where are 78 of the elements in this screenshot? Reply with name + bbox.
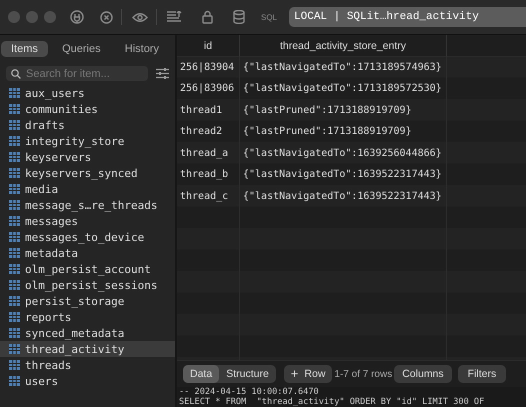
table-icon: [9, 136, 20, 146]
database-icon[interactable]: [233, 10, 245, 24]
table-cell: {"lastPruned":1713188919709}: [240, 100, 447, 121]
connection-field[interactable]: LOCAL | SQLit…hread_activity: [289, 7, 526, 27]
table-icon: [9, 360, 20, 370]
sql-label[interactable]: SQL: [261, 12, 278, 22]
table-icon: [9, 88, 20, 98]
column-header[interactable]: thread_activity_store_entry: [240, 35, 447, 57]
view-tab[interactable]: Structure: [219, 365, 276, 383]
close-circle-icon[interactable]: [100, 10, 113, 24]
table-list-item[interactable]: persist_storage: [0, 293, 175, 309]
table-icon: [9, 344, 20, 354]
table-cell: {"lastNavigatedTo":1713189574963}: [240, 56, 447, 78]
table-icon: [9, 264, 20, 274]
table-cell: {"lastNavigatedTo":1639522317443}: [240, 164, 447, 186]
table-icon: [9, 232, 20, 242]
table-list-item[interactable]: integrity_store: [0, 133, 175, 149]
table-cell: thread_a: [177, 142, 240, 164]
table-icon: [9, 216, 20, 226]
table-cell: {"lastPruned":1713188919709}: [240, 121, 447, 142]
table-icon: [9, 280, 20, 290]
table-list-item[interactable]: olm_persist_account: [0, 261, 175, 277]
lock-icon[interactable]: [202, 10, 213, 24]
table-list-item[interactable]: reports: [0, 309, 175, 325]
table-icon: [9, 104, 20, 114]
table-icon: [9, 248, 20, 258]
plus-icon: +: [290, 368, 298, 380]
search-field[interactable]: Search for item...: [6, 66, 148, 81]
view-tab[interactable]: Data: [183, 365, 220, 383]
sidebar-tab[interactable]: Queries: [52, 41, 111, 57]
table-cell: 256|83904: [177, 56, 240, 78]
table-icon: [9, 120, 20, 130]
table-icon: [9, 200, 20, 210]
table-icon: [9, 312, 20, 322]
table-cell: {"lastNavigatedTo":1713189572530}: [240, 78, 447, 100]
filters-button[interactable]: Filters: [458, 365, 506, 383]
search-icon: [11, 68, 21, 78]
sidebar-tab[interactable]: Items: [1, 41, 48, 57]
table-icon: [9, 376, 20, 386]
table-list-item[interactable]: messages_to_device: [0, 229, 175, 245]
table-list-item[interactable]: aux_users: [0, 85, 175, 101]
console-line: SELECT * FROM "thread_activity" ORDER BY "id" LIMIT 300 OF: [179, 397, 486, 407]
table-cell: thread_b: [177, 164, 240, 186]
eye-icon[interactable]: [132, 12, 148, 22]
table-cell: thread1: [177, 100, 240, 121]
table-cell: {"lastNavigatedTo":1639256044866}: [240, 142, 447, 164]
table-cell: {"lastNavigatedTo":1639522317443}: [240, 186, 447, 207]
table-list-item[interactable]: media: [0, 181, 175, 197]
add-row-label: Row: [304, 368, 326, 380]
table-cell: thread_c: [177, 186, 240, 207]
column-header[interactable]: id: [177, 35, 240, 57]
table-list-item[interactable]: olm_persist_sessions: [0, 277, 175, 293]
table-list-item[interactable]: message_s…re_threads: [0, 197, 175, 213]
table-list-item[interactable]: messages: [0, 213, 175, 229]
table-list-item[interactable]: thread_activity: [0, 341, 175, 357]
list-upload-icon[interactable]: [167, 11, 182, 23]
table-list-item[interactable]: threads: [0, 357, 175, 373]
add-row-button[interactable]: + Row: [284, 365, 332, 383]
table-icon: [9, 328, 20, 338]
table-icon: [9, 296, 20, 306]
table-list-item[interactable]: metadata: [0, 245, 175, 261]
table-icon: [9, 168, 20, 178]
table-list-item[interactable]: communities: [0, 101, 175, 117]
table-cell: 256|83906: [177, 78, 240, 100]
table-icon: [9, 184, 20, 194]
table-icon: [9, 152, 20, 162]
row-count: 1-7 of 7 rows: [334, 368, 392, 380]
table-list-item[interactable]: keyservers: [0, 149, 175, 165]
table-list-item[interactable]: synced_metadata: [0, 325, 175, 341]
sidebar-tab[interactable]: History: [114, 41, 169, 57]
console-line: -- 2024-04-15 10:00:07.6470: [179, 387, 320, 397]
plug-icon[interactable]: [70, 10, 84, 24]
table-list-item[interactable]: drafts: [0, 117, 175, 133]
filter-settings-icon[interactable]: [156, 68, 169, 79]
columns-button[interactable]: Columns: [394, 365, 452, 383]
table-cell: thread2: [177, 121, 240, 142]
table-list-item[interactable]: keyservers_synced: [0, 165, 175, 181]
table-list-item[interactable]: users: [0, 373, 175, 389]
